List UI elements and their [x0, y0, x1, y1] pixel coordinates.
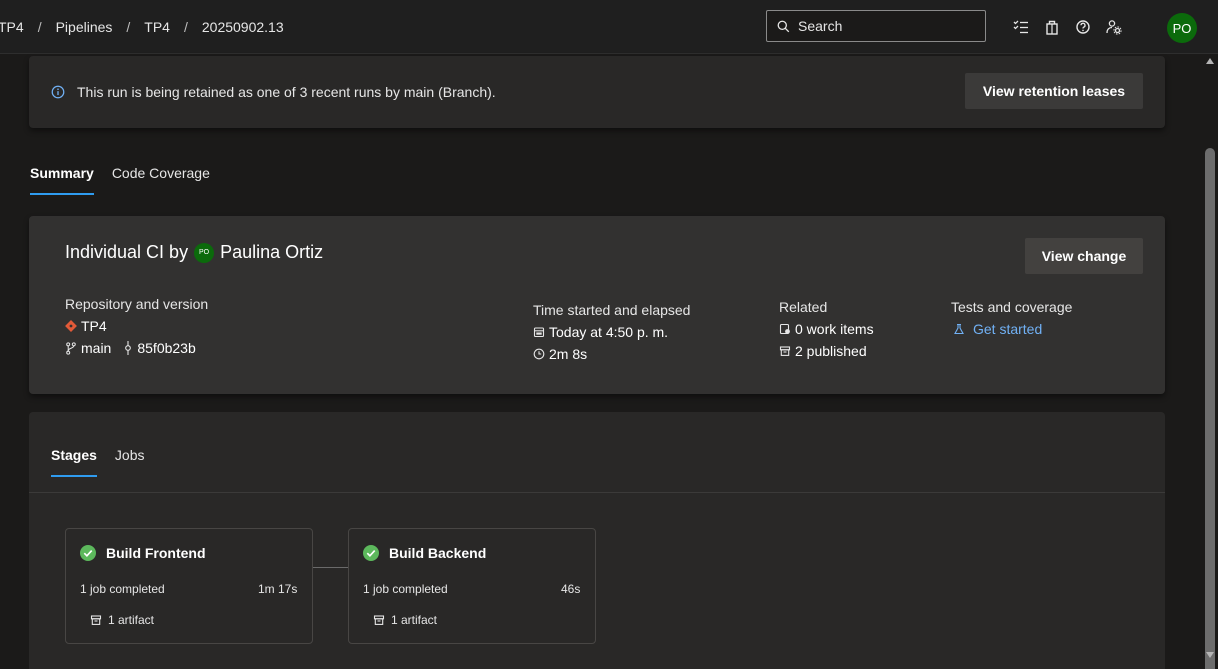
tests-label: Tests and coverage: [951, 299, 1073, 315]
panel-divider: [29, 492, 1165, 493]
stages-panel: Stages Jobs Build Frontend 1 job complet…: [29, 412, 1165, 669]
stage-duration: 1m 17s: [258, 582, 298, 596]
calendar-icon: [533, 327, 545, 338]
breadcrumb-pipeline[interactable]: TP4: [140, 19, 174, 35]
work-item-icon: [779, 323, 790, 335]
success-check-icon: [363, 545, 379, 561]
stage-title: Build Frontend: [80, 545, 206, 561]
time-label: Time started and elapsed: [533, 302, 691, 318]
scroll-thumb[interactable]: [1205, 148, 1215, 669]
commit-icon: [125, 341, 132, 355]
stage-tabs: Stages Jobs: [51, 444, 163, 477]
tests-section: Tests and coverage Get started: [951, 299, 1072, 343]
git-repo-icon: [65, 320, 77, 332]
breadcrumb-separator: /: [183, 18, 188, 35]
stage-card-build-backend[interactable]: Build Backend 1 job completed 46s 1 arti…: [348, 528, 596, 644]
start-time: Today at 4:50 p. m.: [549, 324, 669, 340]
published-link[interactable]: 2 published: [779, 343, 874, 359]
repository-label: Repository and version: [65, 296, 209, 312]
search-label: Search: [798, 18, 843, 34]
stage-artifacts[interactable]: 1 artifact: [373, 613, 437, 627]
beaker-icon: [954, 323, 964, 335]
time-section: Time started and elapsed Today at 4:50 p…: [533, 302, 690, 368]
stage-connector: [313, 567, 349, 568]
repository-section: Repository and version TP4 main 85f0b23b: [65, 296, 208, 362]
breadcrumb: TP4 / Pipelines / TP4 / 20250902.13: [0, 0, 288, 53]
repository-link[interactable]: TP4: [65, 318, 208, 334]
related-section: Related 0 work items 2 published: [779, 299, 874, 365]
stage-duration: 46s: [561, 582, 581, 596]
work-items-count: 0 work items: [795, 321, 874, 337]
tab-stages[interactable]: Stages: [51, 444, 97, 477]
scroll-up-arrow-icon[interactable]: [1206, 58, 1214, 64]
stage-name: Build Backend: [389, 545, 487, 561]
stage-title: Build Backend: [363, 545, 486, 561]
top-bar: TP4 / Pipelines / TP4 / 20250902.13 Sear…: [0, 0, 1218, 54]
run-title: Individual CI by PO Paulina Ortiz: [65, 242, 323, 263]
repository-name: TP4: [81, 318, 107, 334]
page-scrollbar[interactable]: [1202, 54, 1218, 669]
stage-artifacts[interactable]: 1 artifact: [90, 613, 154, 627]
related-label: Related: [779, 299, 828, 315]
tab-summary[interactable]: Summary: [30, 162, 94, 195]
search-icon: [777, 20, 790, 32]
retention-message: This run is being retained as one of 3 r…: [77, 84, 496, 100]
published-count: 2 published: [795, 343, 867, 359]
stage-status: 1 job completed: [363, 582, 448, 596]
tab-code-coverage[interactable]: Code Coverage: [112, 162, 210, 195]
artifact-icon: [90, 615, 102, 625]
breadcrumb-separator: /: [37, 18, 42, 35]
commit-hash[interactable]: 85f0b23b: [137, 340, 195, 356]
breadcrumb-run[interactable]: 20250902.13: [198, 19, 288, 35]
get-started-text: Get started: [973, 321, 1043, 337]
scroll-down-arrow-icon[interactable]: [1206, 652, 1214, 658]
started-row: Today at 4:50 p. m.: [533, 324, 690, 340]
version-row: main 85f0b23b: [65, 340, 208, 356]
run-tabs: Summary Code Coverage: [30, 162, 228, 195]
view-change-button[interactable]: View change: [1025, 238, 1143, 274]
tab-jobs[interactable]: Jobs: [115, 444, 145, 477]
breadcrumb-project[interactable]: TP4: [0, 19, 28, 35]
top-icons: [1008, 14, 1132, 40]
elapsed-row: 2m 8s: [533, 346, 690, 362]
artifact-count: 1 artifact: [108, 613, 155, 627]
user-avatar[interactable]: PO: [1167, 13, 1197, 43]
artifact-icon: [373, 615, 385, 625]
branch-icon: [66, 341, 76, 355]
artifact-count: 1 artifact: [391, 613, 438, 627]
shopping-bag-icon[interactable]: [1039, 14, 1065, 40]
info-icon: [51, 85, 65, 99]
author-avatar: PO: [194, 242, 215, 263]
clock-icon: [533, 348, 545, 360]
artifact-icon: [779, 346, 791, 356]
help-icon[interactable]: [1070, 14, 1096, 40]
branch-name[interactable]: main: [81, 340, 111, 356]
work-items-link[interactable]: 0 work items: [779, 321, 874, 337]
run-reason: Individual CI by: [65, 242, 189, 262]
stage-status: 1 job completed: [80, 582, 165, 596]
search-box[interactable]: Search: [766, 10, 986, 42]
author-name[interactable]: Paulina Ortiz: [220, 242, 323, 263]
breadcrumb-pipelines[interactable]: Pipelines: [52, 19, 117, 35]
retention-banner: This run is being retained as one of 3 r…: [29, 56, 1165, 128]
elapsed-time: 2m 8s: [549, 346, 588, 362]
stage-name: Build Frontend: [106, 545, 206, 561]
breadcrumb-separator: /: [126, 18, 131, 35]
get-started-link[interactable]: Get started: [951, 321, 1072, 337]
success-check-icon: [80, 545, 96, 561]
task-list-icon[interactable]: [1008, 14, 1034, 40]
view-retention-leases-button[interactable]: View retention leases: [965, 73, 1143, 109]
stage-card-build-frontend[interactable]: Build Frontend 1 job completed 1m 17s 1 …: [65, 528, 313, 644]
run-summary-card: Individual CI by PO Paulina Ortiz View c…: [29, 216, 1165, 394]
user-settings-icon[interactable]: [1101, 14, 1127, 40]
